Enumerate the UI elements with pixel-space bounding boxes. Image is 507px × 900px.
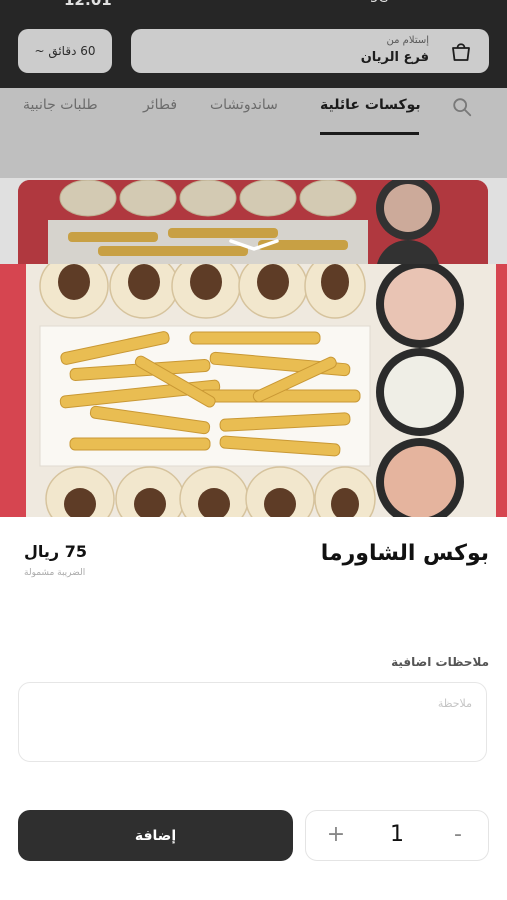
product-image	[0, 264, 507, 517]
add-button-label: إضافة	[134, 827, 177, 844]
notes-label: ملاحظات اضافية	[391, 655, 489, 669]
page-dim-overlay	[0, 0, 507, 264]
product-price: 75 ريال	[24, 542, 87, 561]
notes-input[interactable]	[18, 682, 487, 762]
add-to-cart-button[interactable]: إضافة	[18, 810, 293, 861]
product-name: بوكس الشاورما	[320, 541, 489, 566]
quantity-value: 1	[390, 822, 404, 847]
quantity-stepper: + 1 -	[305, 810, 489, 861]
tax-note: الضريبة مشمولة	[24, 568, 86, 578]
chevron-down-icon[interactable]	[228, 238, 280, 252]
decrease-quantity-button[interactable]: -	[443, 820, 473, 850]
increase-quantity-button[interactable]: +	[321, 820, 351, 850]
product-sheet: بوكس الشاورما 75 ريال الضريبة مشمولة ملا…	[0, 264, 507, 900]
